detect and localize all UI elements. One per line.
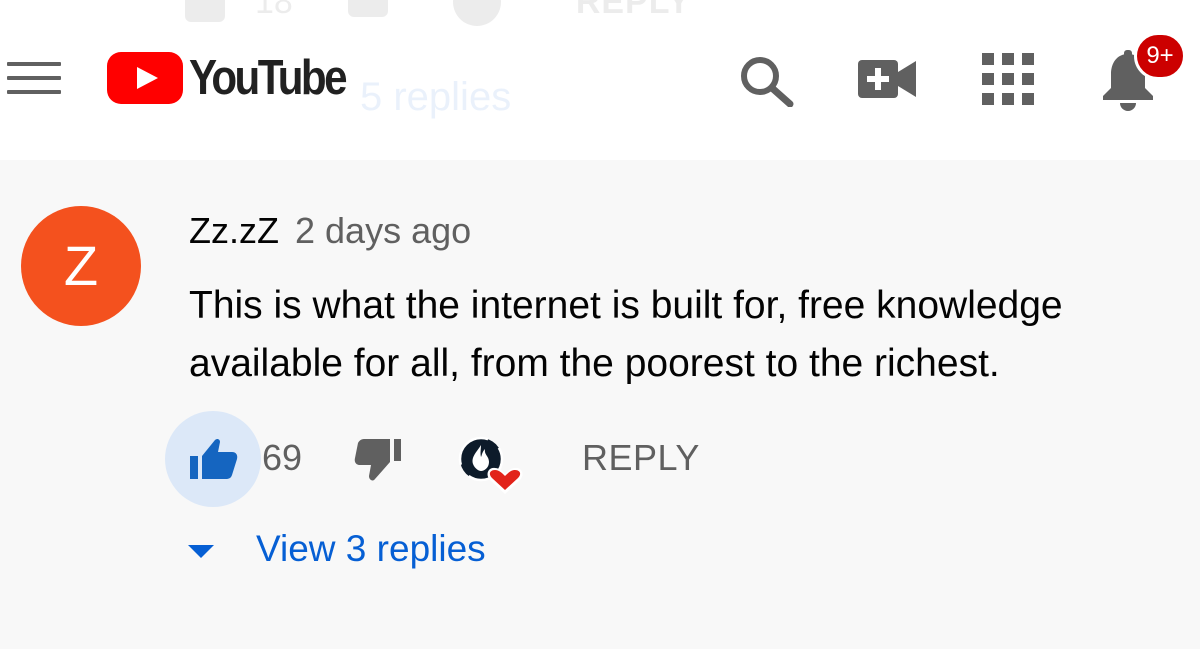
avatar[interactable]: Z	[21, 206, 141, 326]
like-button[interactable]	[165, 411, 261, 507]
previous-view-replies: 5 replies	[360, 75, 512, 119]
creator-heart-icon	[457, 435, 525, 495]
search-icon[interactable]	[738, 55, 796, 108]
scrolled-comment-actions: 18 REPLY	[185, 0, 691, 26]
notification-count-badge: 9+	[1134, 32, 1186, 80]
thumbs-up-icon	[190, 438, 238, 479]
previous-reply-label: REPLY	[575, 0, 692, 21]
youtube-logo[interactable]: YouTube	[107, 52, 370, 104]
thumbs-down-icon	[354, 439, 401, 481]
comment-meta: Zz.zZ 2 days ago	[189, 210, 471, 252]
apps-icon[interactable]	[982, 53, 1034, 105]
dislike-button[interactable]	[354, 438, 404, 482]
comment-author[interactable]: Zz.zZ	[189, 210, 279, 251]
thumbs-up-icon	[185, 0, 225, 22]
previous-like-count: 18	[255, 0, 293, 21]
top-app-bar: 18 REPLY 5 replies YouTube 9+	[0, 0, 1200, 160]
comment-text: This is what the internet is built for, …	[189, 284, 1063, 385]
view-replies-label: View 3 replies	[256, 528, 486, 569]
reply-button[interactable]: REPLY	[582, 437, 700, 479]
menu-icon[interactable]	[7, 58, 61, 98]
comment-timestamp: 2 days ago	[295, 210, 472, 251]
creator-heart-icon	[452, 0, 501, 26]
youtube-play-icon	[107, 52, 183, 104]
create-video-icon[interactable]	[858, 58, 918, 100]
like-count: 69	[262, 437, 303, 478]
thumbs-down-icon	[347, 0, 388, 17]
logo-text: YouTube	[189, 51, 348, 105]
app-page: 18 REPLY 5 replies YouTube 9+ Z Zz.zZ 2 …	[0, 0, 1200, 649]
caret-down-icon	[188, 544, 214, 558]
view-replies-button[interactable]: View 3 replies	[188, 524, 486, 574]
